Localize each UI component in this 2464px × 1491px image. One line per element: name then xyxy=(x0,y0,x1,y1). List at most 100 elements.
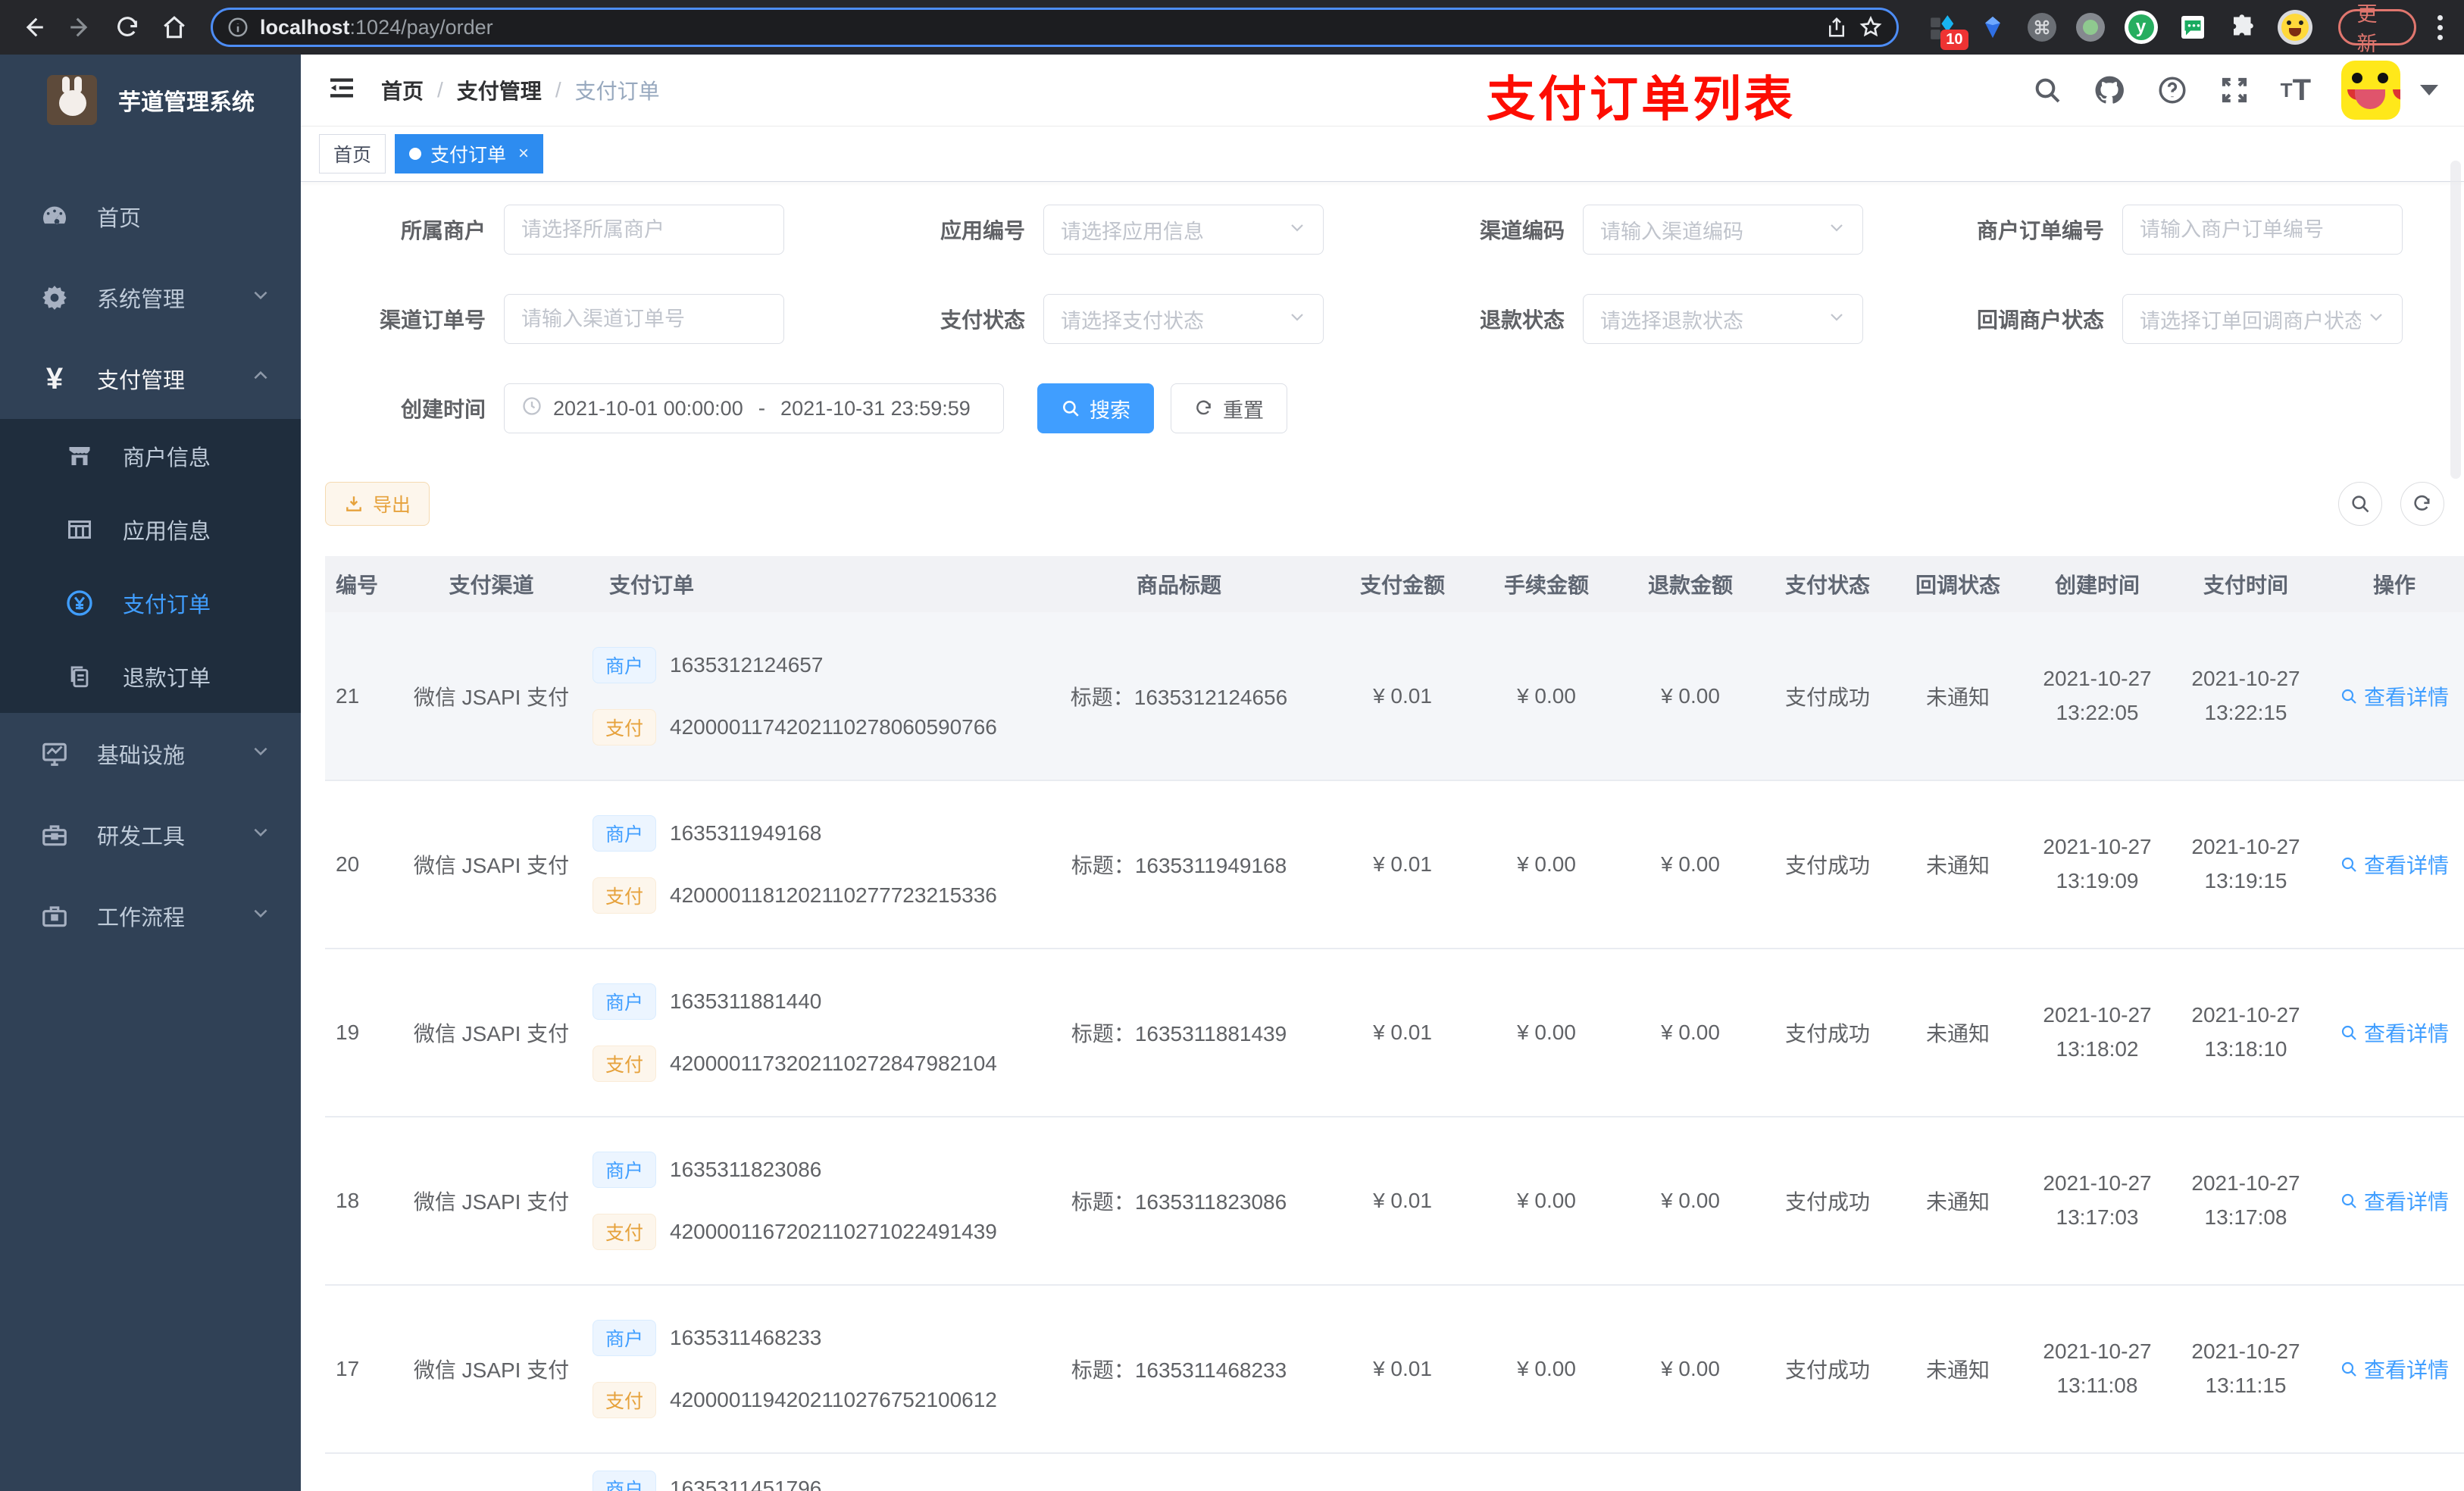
sidebar-item-app-info[interactable]: 应用信息 xyxy=(0,492,301,566)
sidebar-item-workflow[interactable]: 工作流程 xyxy=(0,875,301,956)
extension-tampermonkey-icon[interactable]: 10 xyxy=(1928,12,1968,50)
sidebar-item-pay-order[interactable]: 支付订单 xyxy=(0,566,301,639)
chevron-up-icon xyxy=(251,366,270,392)
table-row[interactable]: 21 微信 JSAPI 支付 商户 1635312124657 支付 42000… xyxy=(325,612,2464,781)
sidebar-item-merchant-info[interactable]: 商户信息 xyxy=(0,419,301,492)
search-button[interactable]: 搜索 xyxy=(1037,383,1154,433)
notify-status-select[interactable]: 请选择订单回调商户状态 xyxy=(2122,294,2403,344)
view-detail-link[interactable]: 查看详情 xyxy=(2340,1354,2449,1384)
sidebar-item-system[interactable]: 系统管理 xyxy=(0,257,301,338)
merchant-order-no: 1635312124657 xyxy=(670,652,824,677)
home-icon[interactable] xyxy=(155,8,194,47)
filter-label-refund-status: 退款状态 xyxy=(1479,308,1565,332)
tag-pay-order[interactable]: 支付订单 × xyxy=(395,134,544,173)
pay-tag: 支付 xyxy=(593,877,657,914)
back-icon[interactable] xyxy=(14,8,53,47)
merchant-order-no-field[interactable] xyxy=(2140,217,2385,242)
yen-icon: ¥ xyxy=(45,361,64,395)
view-detail-link[interactable]: 查看详情 xyxy=(2340,849,2449,880)
date-start-value[interactable]: 2021-10-01 00:00:00 xyxy=(553,397,743,420)
browser-update-button[interactable]: 更新 xyxy=(2337,3,2416,55)
user-menu-caret-icon[interactable] xyxy=(2420,85,2438,95)
user-avatar[interactable] xyxy=(2341,61,2400,120)
extension-puzzle-icon[interactable] xyxy=(2228,12,2258,42)
fullscreen-icon[interactable] xyxy=(2219,74,2250,106)
fee-amount: ¥ 0.00 xyxy=(1517,683,1576,708)
font-size-icon[interactable]: TT xyxy=(2281,73,2311,108)
chevron-down-icon xyxy=(1288,307,1306,331)
breadcrumb-pay-management[interactable]: 支付管理 xyxy=(457,75,542,105)
refresh-button[interactable] xyxy=(2400,482,2444,526)
channel-order-no-input[interactable] xyxy=(504,294,784,344)
sidebar-item-infrastructure[interactable]: 基础设施 xyxy=(0,713,301,794)
channel-order-no: 4200001181202110277723215336 xyxy=(670,883,997,907)
table-row[interactable]: 17 微信 JSAPI 支付 商户 1635311468233 支付 42000… xyxy=(325,1285,2464,1454)
app-select[interactable]: 请选择应用信息 xyxy=(1043,205,1324,255)
col-refund: 退款金额 xyxy=(1618,556,1762,612)
browser-menu-icon[interactable] xyxy=(2437,14,2443,40)
pay-status-select[interactable]: 请选择支付状态 xyxy=(1043,294,1324,344)
url-text[interactable]: localhost:1024/pay/order xyxy=(260,16,1815,39)
github-icon[interactable] xyxy=(2093,73,2126,107)
address-bar[interactable]: localhost:1024/pay/order xyxy=(211,8,1899,47)
sidebar-item-label: 系统管理 xyxy=(97,287,186,312)
date-range-picker[interactable]: 2021-10-01 00:00:00 - 2021-10-31 23:59:5… xyxy=(504,383,1004,433)
tag-close-icon[interactable]: × xyxy=(518,143,529,164)
tag-home[interactable]: 首页 xyxy=(319,134,386,173)
table-row[interactable]: 18 微信 JSAPI 支付 商户 1635311823086 支付 42000… xyxy=(325,1117,2464,1286)
sidebar-item-refund-order[interactable]: 退款订单 xyxy=(0,639,301,713)
forward-icon[interactable] xyxy=(61,8,100,47)
sidebar-item-dev-tools[interactable]: 研发工具 xyxy=(0,794,301,875)
order-id: 20 xyxy=(336,852,360,876)
chevron-down-icon xyxy=(1828,217,1846,242)
view-detail-link[interactable]: 查看详情 xyxy=(2340,1017,2449,1048)
extension-gray-dot-icon[interactable] xyxy=(2075,13,2105,42)
export-button[interactable]: 导出 xyxy=(325,482,430,526)
grid-icon xyxy=(62,516,97,543)
merchant-order-no-input[interactable] xyxy=(2122,205,2403,255)
sidebar-item-label: 基础设施 xyxy=(97,743,186,768)
merchant-tag: 商户 xyxy=(593,1471,657,1491)
merchant-input-field[interactable] xyxy=(521,217,767,242)
pay-tag: 支付 xyxy=(593,1382,657,1418)
date-end-value[interactable]: 2021-10-31 23:59:59 xyxy=(780,397,971,420)
header-search-icon[interactable] xyxy=(2032,75,2062,105)
extension-chat-icon[interactable] xyxy=(2178,12,2208,42)
merchant-input[interactable] xyxy=(504,205,784,255)
site-info-icon[interactable] xyxy=(227,16,249,39)
toggle-search-button[interactable] xyxy=(2338,482,2382,526)
fee-amount: ¥ 0.00 xyxy=(1517,1021,1576,1044)
sidebar-item-pay-management[interactable]: ¥ 支付管理 xyxy=(0,338,301,419)
share-icon[interactable] xyxy=(1825,16,1848,39)
breadcrumb-home[interactable]: 首页 xyxy=(381,75,424,105)
refund-status-select[interactable]: 请选择退款状态 xyxy=(1583,294,1863,344)
view-detail-link[interactable]: 查看详情 xyxy=(2340,681,2449,711)
channel-code-select[interactable]: 请输入渠道编码 xyxy=(1583,205,1863,255)
extension-y-icon[interactable]: y xyxy=(2124,11,2158,44)
reload-icon[interactable] xyxy=(108,8,147,47)
menu-fold-icon[interactable] xyxy=(327,73,357,108)
tags-view: 首页 支付订单 × xyxy=(301,127,2464,182)
pay-status: 支付成功 xyxy=(1784,685,1870,709)
extension-emoji-icon[interactable] xyxy=(2277,10,2312,45)
pay-status: 支付成功 xyxy=(1784,1022,1870,1046)
extension-gem-icon[interactable] xyxy=(1978,12,2008,42)
table-row[interactable]: 商户 1635311451796 xyxy=(325,1453,2464,1491)
fee-amount: ¥ 0.00 xyxy=(1517,1189,1576,1212)
bookmark-star-icon[interactable] xyxy=(1859,15,1883,39)
channel-order-no-field[interactable] xyxy=(521,307,767,331)
table-row[interactable]: 19 微信 JSAPI 支付 商户 1635311881440 支付 42000… xyxy=(325,949,2464,1117)
reset-button[interactable]: 重置 xyxy=(1171,383,1287,433)
product-title: 标题：1635311949168 xyxy=(1071,854,1287,877)
sidebar-item-home[interactable]: 首页 xyxy=(0,176,301,257)
view-detail-link[interactable]: 查看详情 xyxy=(2340,1186,2449,1216)
page-scrollbar[interactable] xyxy=(2450,161,2461,479)
help-icon[interactable] xyxy=(2156,74,2188,106)
merchant-order-no: 1635311451796 xyxy=(670,1477,822,1491)
sidebar-item-label: 退款订单 xyxy=(123,666,211,691)
app-logo[interactable]: 芋道管理系统 xyxy=(0,55,301,145)
extension-command-icon[interactable] xyxy=(2027,13,2056,42)
order-id: 18 xyxy=(336,1189,360,1212)
pay-tag: 支付 xyxy=(593,1046,657,1082)
table-row[interactable]: 20 微信 JSAPI 支付 商户 1635311949168 支付 42000… xyxy=(325,780,2464,949)
